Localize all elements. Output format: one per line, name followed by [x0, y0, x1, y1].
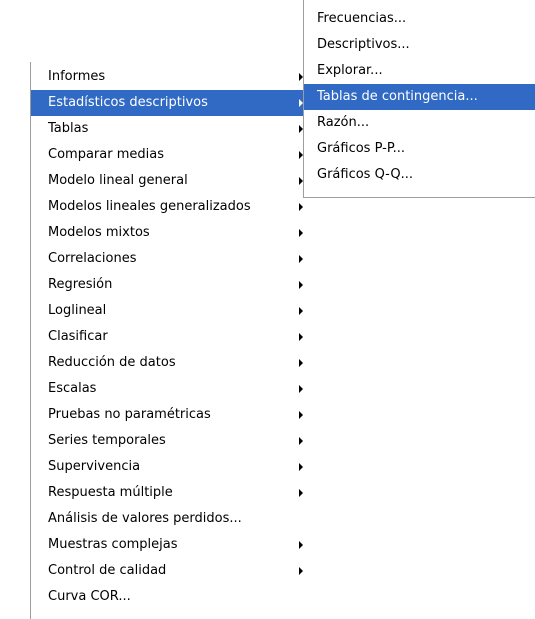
menu-item-clasificar[interactable]: Clasificar — [31, 324, 307, 350]
menu-item-label: Series temporales — [48, 433, 166, 448]
menu-item-tablas[interactable]: Tablas — [31, 116, 307, 142]
menu-item-label: Curva COR... — [48, 589, 131, 604]
submenu-arrow-icon — [299, 229, 303, 237]
submenu-item-label: Explorar... — [317, 63, 383, 78]
menu-item-curva-cor[interactable]: Curva COR... — [31, 584, 307, 610]
menu-item-analisis-valores-perdidos[interactable]: Análisis de valores perdidos... — [31, 506, 307, 532]
submenu-item-razon[interactable]: Razón... — [304, 110, 535, 136]
submenu-item-label: Descriptivos... — [317, 37, 410, 52]
submenu-arrow-icon — [299, 333, 303, 341]
menu-item-label: Modelos mixtos — [48, 225, 150, 240]
menu-item-label: Muestras complejas — [48, 537, 178, 552]
submenu-arrow-icon — [299, 281, 303, 289]
menu-item-series-temporales[interactable]: Series temporales — [31, 428, 307, 454]
menu-item-modelos-lineales-generalizados[interactable]: Modelos lineales generalizados — [31, 194, 307, 220]
menu-item-label: Modelo lineal general — [48, 173, 188, 188]
submenu-arrow-icon — [299, 567, 303, 575]
analyze-menu-list: Informes Estadísticos descriptivos Tabla… — [31, 64, 307, 610]
menu-item-modelo-lineal-general[interactable]: Modelo lineal general — [31, 168, 307, 194]
menu-item-label: Tablas — [48, 121, 89, 136]
menu-item-modelos-mixtos[interactable]: Modelos mixtos — [31, 220, 307, 246]
menu-item-label: Análisis de valores perdidos... — [48, 511, 242, 526]
submenu-item-label: Gráficos P-P... — [317, 141, 406, 156]
submenu-item-explorar[interactable]: Explorar... — [304, 58, 535, 84]
menu-item-label: Supervivencia — [48, 459, 141, 474]
submenu-item-label: Tablas de contingencia... — [317, 89, 478, 104]
submenu-item-label: Frecuencias... — [317, 11, 407, 26]
menu-item-label: Estadísticos descriptivos — [48, 95, 208, 110]
descriptive-statistics-submenu: Frecuencias... Descriptivos... Explorar.… — [303, 0, 535, 198]
submenu-arrow-icon — [299, 489, 303, 497]
submenu-arrow-icon — [299, 307, 303, 315]
menu-item-loglineal[interactable]: Loglineal — [31, 298, 307, 324]
analyze-menu: Informes Estadísticos descriptivos Tabla… — [30, 62, 307, 619]
menu-item-label: Clasificar — [48, 329, 108, 344]
menu-item-label: Control de calidad — [48, 563, 167, 578]
submenu-item-label: Razón... — [317, 115, 370, 130]
menu-item-comparar-medias[interactable]: Comparar medias — [31, 142, 307, 168]
submenu-arrow-icon — [299, 463, 303, 471]
submenu-arrow-icon — [299, 255, 303, 263]
menu-item-pruebas-no-parametricas[interactable]: Pruebas no paramétricas — [31, 402, 307, 428]
submenu-item-graficos-p-p[interactable]: Gráficos P-P... — [304, 136, 535, 162]
menu-item-label: Regresión — [48, 277, 113, 292]
menu-item-label: Informes — [48, 69, 106, 84]
menu-item-regresion[interactable]: Regresión — [31, 272, 307, 298]
submenu-list: Frecuencias... Descriptivos... Explorar.… — [304, 6, 535, 188]
menu-item-label: Reducción de datos — [48, 355, 176, 370]
menu-item-muestras-complejas[interactable]: Muestras complejas — [31, 532, 307, 558]
submenu-item-graficos-q-q[interactable]: Gráficos Q-Q... — [304, 162, 535, 188]
menu-item-informes[interactable]: Informes — [31, 64, 307, 90]
menu-item-estadisticos-descriptivos[interactable]: Estadísticos descriptivos — [31, 90, 307, 116]
menu-item-supervivencia[interactable]: Supervivencia — [31, 454, 307, 480]
submenu-arrow-icon — [299, 385, 303, 393]
submenu-item-tablas-de-contingencia[interactable]: Tablas de contingencia... — [304, 84, 535, 110]
menu-item-label: Modelos lineales generalizados — [48, 199, 251, 214]
menu-item-label: Loglineal — [48, 303, 107, 318]
submenu-arrow-icon — [299, 411, 303, 419]
menu-item-correlaciones[interactable]: Correlaciones — [31, 246, 307, 272]
submenu-arrow-icon — [299, 541, 303, 549]
menu-item-label: Correlaciones — [48, 251, 137, 266]
menu-item-reduccion-de-datos[interactable]: Reducción de datos — [31, 350, 307, 376]
menu-item-escalas[interactable]: Escalas — [31, 376, 307, 402]
menu-item-control-de-calidad[interactable]: Control de calidad — [31, 558, 307, 584]
menu-item-respuesta-multiple[interactable]: Respuesta múltiple — [31, 480, 307, 506]
menu-item-label: Escalas — [48, 381, 97, 396]
menu-item-label: Comparar medias — [48, 147, 164, 162]
menu-stage: Informes Estadísticos descriptivos Tabla… — [0, 0, 535, 619]
submenu-item-descriptivos[interactable]: Descriptivos... — [304, 32, 535, 58]
submenu-item-frecuencias[interactable]: Frecuencias... — [304, 6, 535, 32]
submenu-arrow-icon — [299, 203, 303, 211]
menu-item-label: Pruebas no paramétricas — [48, 407, 211, 422]
submenu-arrow-icon — [299, 359, 303, 367]
submenu-arrow-icon — [299, 437, 303, 445]
submenu-item-label: Gráficos Q-Q... — [317, 167, 413, 182]
menu-item-label: Respuesta múltiple — [48, 485, 173, 500]
